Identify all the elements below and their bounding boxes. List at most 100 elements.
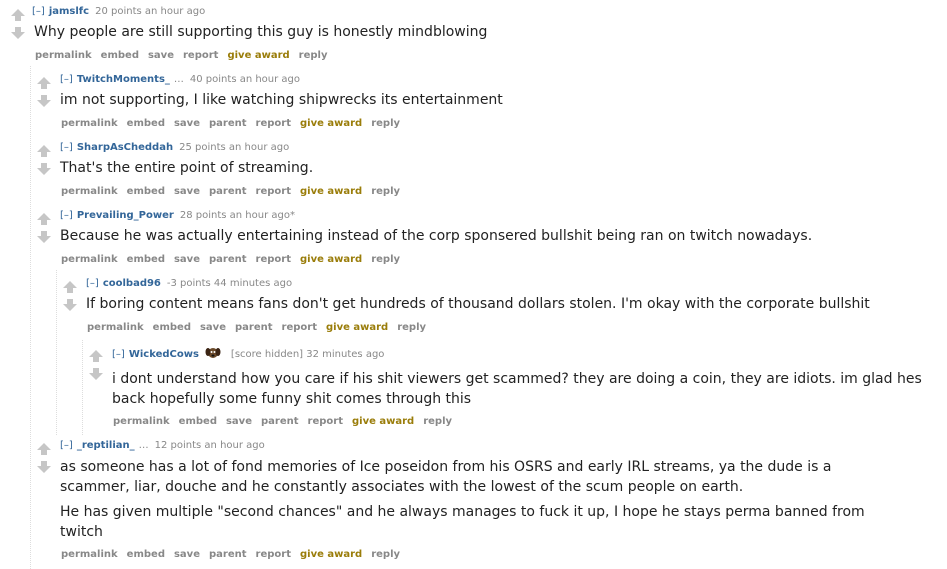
collapse-toggle[interactable]: [–]: [60, 210, 73, 221]
collapse-toggle[interactable]: [–]: [86, 278, 99, 289]
save-button[interactable]: save: [174, 549, 200, 560]
permalink-button[interactable]: permalink: [61, 186, 118, 197]
embed-button[interactable]: embed: [153, 322, 191, 333]
score-time: [score hidden] 32 minutes ago: [230, 349, 385, 360]
report-button[interactable]: report: [256, 254, 291, 265]
save-button[interactable]: save: [226, 416, 252, 427]
report-button[interactable]: report: [256, 186, 291, 197]
score-time: 12 points an hour ago: [154, 440, 265, 451]
comment-body: Why people are still supporting this guy…: [34, 24, 488, 40]
reply-button[interactable]: reply: [371, 186, 400, 197]
author-link[interactable]: WickedCows: [129, 349, 199, 360]
reply-button[interactable]: reply: [423, 416, 452, 427]
comment-body-paragraph: He has given multiple "second chances" a…: [60, 504, 865, 540]
thread-rail: [82, 340, 83, 435]
reply-button[interactable]: reply: [299, 50, 328, 61]
reply-button[interactable]: reply: [371, 118, 400, 129]
comment-tagline: [–] SharpAsCheddah 25 points an hour ago: [60, 142, 289, 153]
author-ellipsis: …: [173, 74, 184, 85]
permalink-button[interactable]: permalink: [61, 549, 118, 560]
comment-tagline: [–] jamslfc 20 points an hour ago: [32, 6, 205, 17]
parent-button[interactable]: parent: [235, 322, 273, 333]
comment-buttons: permalink embed save parent report give award…: [61, 186, 409, 197]
comment: [–] SharpAsCheddah 25 points an hour ago T…: [34, 142, 934, 202]
author-link[interactable]: _reptilian_: [77, 440, 135, 451]
report-button[interactable]: report: [183, 50, 218, 61]
report-button[interactable]: report: [308, 416, 343, 427]
reply-button[interactable]: reply: [371, 549, 400, 560]
comment-tagline: [–] TwitchMoments_… 40 points an hour ago: [60, 74, 300, 85]
author-link[interactable]: jamslfc: [49, 6, 89, 17]
comment-body: That's the entire point of streaming.: [60, 160, 314, 176]
parent-button[interactable]: parent: [209, 118, 247, 129]
comment-body: If boring content means fans don't get h…: [86, 296, 870, 312]
comment-body: i dont understand how you care if his sh…: [112, 371, 922, 407]
comment-body: im not supporting, I like watching shipw…: [60, 92, 503, 108]
save-button[interactable]: save: [174, 118, 200, 129]
score-time: 40 points an hour ago: [189, 74, 301, 85]
parent-button[interactable]: parent: [261, 416, 299, 427]
embed-button[interactable]: embed: [127, 186, 165, 197]
collapse-toggle[interactable]: [–]: [60, 142, 73, 153]
comment-tagline: [–] Prevailing_Power 28 points an hour ago…: [60, 210, 295, 221]
give-award-button[interactable]: give award: [227, 50, 289, 61]
comment-buttons: permalink embed save parent report give award…: [61, 118, 409, 129]
comment: [–] Prevailing_Power 28 points an hour ago…: [34, 210, 934, 270]
collapse-toggle[interactable]: [–]: [32, 6, 45, 17]
comment-body: Because he was actually entertaining ins…: [60, 228, 813, 244]
comment-buttons: permalink embed save parent report give award…: [87, 322, 435, 333]
score-time: 25 points an hour ago: [179, 142, 290, 153]
score-time: -3 points 44 minutes ago: [166, 278, 293, 289]
reply-button[interactable]: reply: [397, 322, 426, 333]
give-award-button[interactable]: give award: [300, 549, 362, 560]
report-button[interactable]: report: [282, 322, 317, 333]
save-button[interactable]: save: [148, 50, 174, 61]
permalink-button[interactable]: permalink: [35, 50, 92, 61]
author-link[interactable]: TwitchMoments_: [77, 74, 170, 85]
comment-buttons: permalink embed save parent report give award…: [61, 549, 409, 560]
comment-tagline: [–] WickedCows [score hidden] 32 minutes a…: [112, 347, 384, 362]
comment-tagline: [–] _reptilian_… 12 points an hour ago: [60, 440, 265, 451]
parent-button[interactable]: parent: [209, 186, 247, 197]
permalink-button[interactable]: permalink: [87, 322, 144, 333]
thread-rail: [30, 66, 31, 569]
save-button[interactable]: save: [174, 186, 200, 197]
give-award-button[interactable]: give award: [326, 322, 388, 333]
give-award-button[interactable]: give award: [300, 186, 362, 197]
collapse-toggle[interactable]: [–]: [60, 74, 73, 85]
thread-rail: [56, 270, 57, 435]
embed-button[interactable]: embed: [179, 416, 217, 427]
score-time: 20 points an hour ago: [95, 6, 206, 17]
author-link[interactable]: coolbad96: [103, 278, 161, 289]
comment: [–] TwitchMoments_… 40 points an hour ago …: [34, 74, 934, 134]
parent-button[interactable]: parent: [209, 254, 247, 265]
comment-buttons: permalink embed save parent report give award…: [113, 416, 461, 427]
give-award-button[interactable]: give award: [300, 118, 362, 129]
permalink-button[interactable]: permalink: [61, 254, 118, 265]
embed-button[interactable]: embed: [127, 254, 165, 265]
author-link[interactable]: SharpAsCheddah: [77, 142, 173, 153]
give-award-button[interactable]: give award: [300, 254, 362, 265]
reply-button[interactable]: reply: [371, 254, 400, 265]
give-award-button[interactable]: give award: [352, 416, 414, 427]
permalink-button[interactable]: permalink: [113, 416, 170, 427]
save-button[interactable]: save: [174, 254, 200, 265]
comment: [–] coolbad96 -3 points 44 minutes ago If …: [60, 278, 940, 338]
save-button[interactable]: save: [200, 322, 226, 333]
collapse-toggle[interactable]: [–]: [60, 440, 73, 451]
collapse-toggle[interactable]: [–]: [112, 349, 125, 360]
embed-button[interactable]: embed: [127, 118, 165, 129]
comment: [–] WickedCows [score hidden] 32 minutes a…: [86, 347, 944, 433]
report-button[interactable]: report: [256, 549, 291, 560]
embed-button[interactable]: embed: [101, 50, 139, 61]
comment: [–] jamslfc 20 points an hour ago Why peop…: [8, 6, 938, 66]
embed-button[interactable]: embed: [127, 549, 165, 560]
comment-buttons: permalink embed save parent report give award…: [61, 254, 409, 265]
author-link[interactable]: Prevailing_Power: [77, 210, 174, 221]
dog-flair-icon: [205, 347, 221, 362]
comment-tagline: [–] coolbad96 -3 points 44 minutes ago: [86, 278, 292, 289]
report-button[interactable]: report: [256, 118, 291, 129]
score-time: 28 points an hour ago*: [179, 210, 295, 221]
parent-button[interactable]: parent: [209, 549, 247, 560]
permalink-button[interactable]: permalink: [61, 118, 118, 129]
